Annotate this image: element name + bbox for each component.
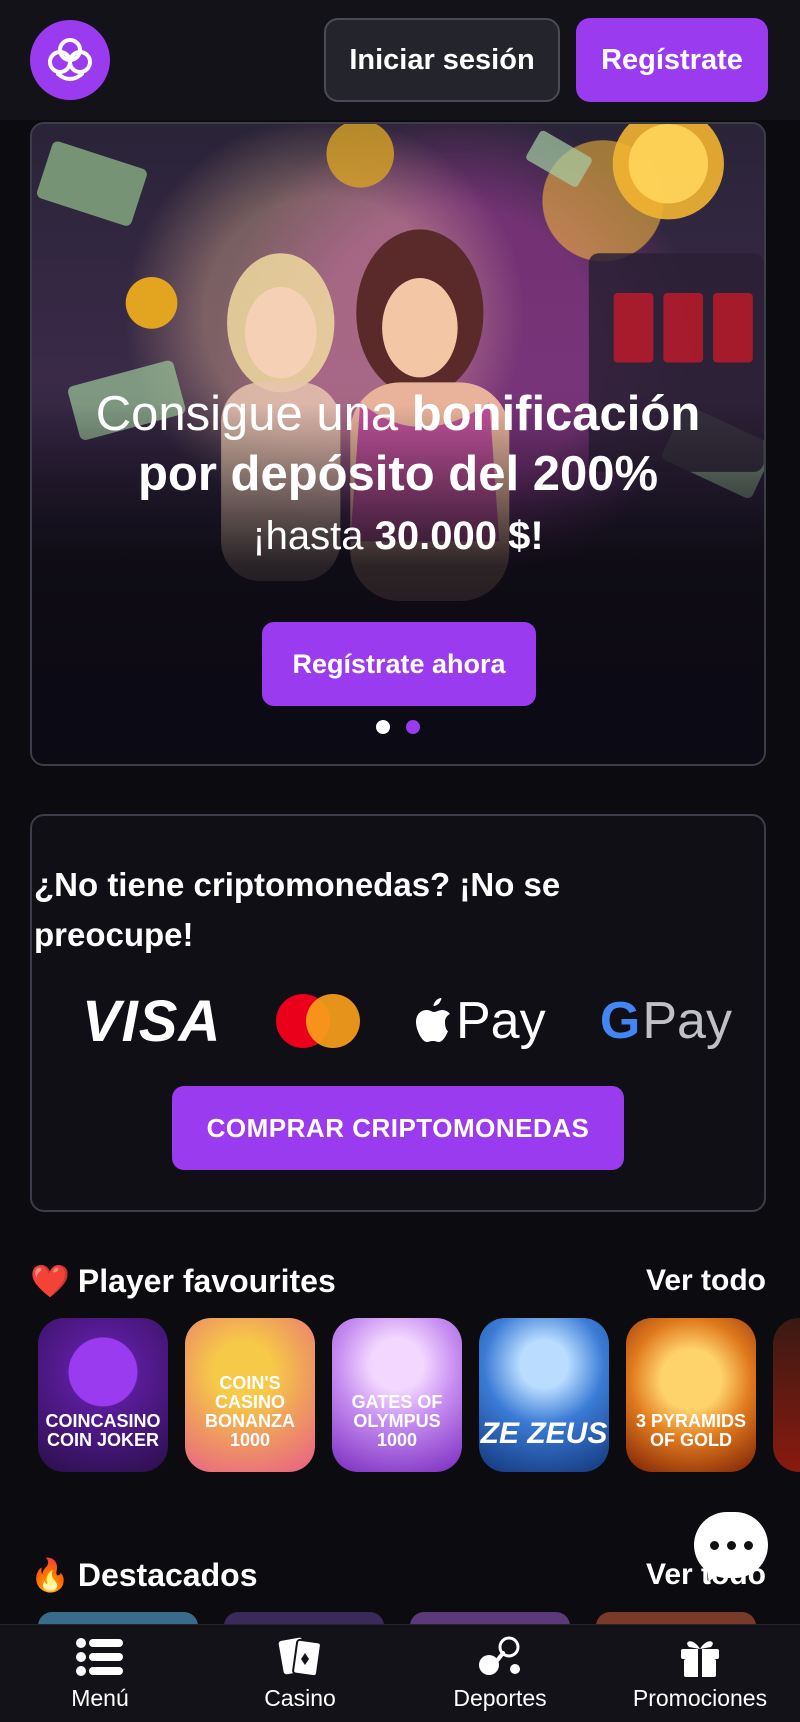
visa-logo: VISA xyxy=(82,988,222,1054)
nav-item-casino[interactable]: Casino xyxy=(210,1635,390,1712)
game-tile[interactable]: Gates of Olympus 1000 xyxy=(332,1318,462,1472)
headline-part2: bonificación xyxy=(411,387,701,441)
game-name: Coin's Casino Bonanza 1000 xyxy=(205,1373,295,1450)
subline-prefix: ¡hasta xyxy=(252,514,364,558)
apple-icon xyxy=(416,998,450,1042)
carousel-dot-active[interactable] xyxy=(406,720,420,734)
gift-icon xyxy=(681,1641,719,1677)
game-tile[interactable]: 3 Pyramids of Gold xyxy=(626,1318,756,1472)
game-tile[interactable]: CoinCasino Coin Joker xyxy=(38,1318,168,1472)
live-chat-button[interactable] xyxy=(694,1512,768,1578)
register-button[interactable]: Regístrate xyxy=(576,18,768,102)
game-tile[interactable] xyxy=(773,1318,800,1472)
nav-label: Promociones xyxy=(632,1685,768,1711)
nav-label: Deportes xyxy=(453,1685,547,1711)
favourites-title: Player favourites xyxy=(77,1262,336,1299)
favourites-carousel[interactable]: CoinCasino Coin Joker Coin's Casino Bona… xyxy=(38,1318,800,1474)
heart-icon: ❤️ xyxy=(30,1263,70,1299)
carousel-dot[interactable] xyxy=(376,720,390,734)
buy-crypto-card: ¿No tiene criptomonedas? ¡No se preocupe… xyxy=(30,814,766,1212)
nav-item-sports[interactable]: Deportes xyxy=(410,1635,590,1712)
google-pay-logo: G Pay xyxy=(600,991,732,1051)
register-now-button[interactable]: Regístrate ahora xyxy=(262,622,536,706)
apple-pay-logo: Pay xyxy=(414,991,546,1051)
game-name: 3 Pyramids of Gold xyxy=(635,1411,747,1450)
game-tile[interactable]: Coin's Casino Bonanza 1000 xyxy=(185,1318,315,1472)
apple-pay-text: Pay xyxy=(456,992,546,1050)
game-name: Ze Zeus xyxy=(480,1417,608,1450)
google-g-icon: G xyxy=(599,992,641,1050)
headline-part1: Consigue una xyxy=(95,387,399,441)
promo-banner[interactable]: Consigue una bonificación por depósito d… xyxy=(30,122,766,766)
featured-header: 🔥 Destacados Ver todo xyxy=(30,1556,766,1594)
nav-item-promotions[interactable]: Promociones xyxy=(610,1635,790,1712)
coincasino-logo[interactable] xyxy=(30,20,110,100)
game-tile[interactable]: Ze Zeus xyxy=(479,1318,609,1472)
payment-methods: VISA Pay G Pay xyxy=(82,986,732,1056)
nav-label: Menú xyxy=(71,1685,129,1711)
menu-icon xyxy=(76,1638,123,1676)
carousel-dots xyxy=(32,720,764,734)
game-name: CoinCasino Coin Joker xyxy=(45,1411,161,1450)
favourites-header: ❤️ Player favourites Ver todo xyxy=(30,1262,766,1300)
nav-label: Casino xyxy=(264,1685,336,1711)
chat-icon xyxy=(709,1540,719,1550)
game-name: Gates of Olympus 1000 xyxy=(351,1392,443,1450)
cards-icon xyxy=(278,1637,322,1678)
bottom-navigation: Menú Casino Deportes Promociones xyxy=(0,1624,800,1722)
top-header: Iniciar sesión Regístrate xyxy=(0,0,800,120)
mastercard-logo xyxy=(275,994,360,1048)
buy-crypto-button[interactable]: COMPRAR CRIPTOMONEDAS xyxy=(172,1086,624,1170)
fire-icon: 🔥 xyxy=(30,1557,70,1593)
featured-title: Destacados xyxy=(77,1556,258,1593)
logo-icon xyxy=(48,38,92,81)
sports-icon xyxy=(479,1636,520,1675)
banner-headline: Consigue una bonificación por depósito d… xyxy=(32,384,764,566)
favourites-see-all-link[interactable]: Ver todo xyxy=(646,1264,766,1298)
login-button[interactable]: Iniciar sesión xyxy=(324,18,560,102)
headline-line2: por depósito del 200% xyxy=(137,447,659,501)
subline-amount: 30.000 $! xyxy=(374,514,544,558)
crypto-card-title: ¿No tiene criptomonedas? ¡No se preocupe… xyxy=(34,866,561,953)
nav-item-menu[interactable]: Menú xyxy=(10,1635,190,1712)
header-actions: Iniciar sesión Regístrate xyxy=(324,18,768,102)
google-pay-text: Pay xyxy=(642,992,732,1050)
